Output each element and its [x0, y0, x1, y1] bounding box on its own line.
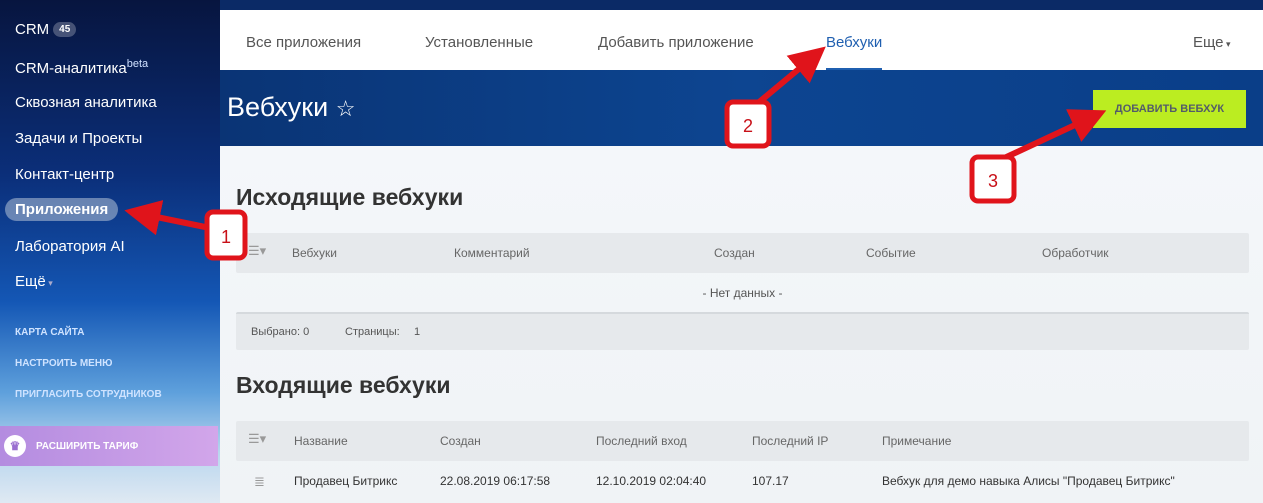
callout-1-label: 1 — [221, 227, 231, 247]
arrow-1 — [124, 199, 211, 236]
callout-2-label: 2 — [743, 116, 753, 136]
arrow-3 — [998, 109, 1107, 163]
callout-3-label: 3 — [988, 171, 998, 191]
annotation-overlay: 1 2 3 — [124, 46, 1107, 261]
